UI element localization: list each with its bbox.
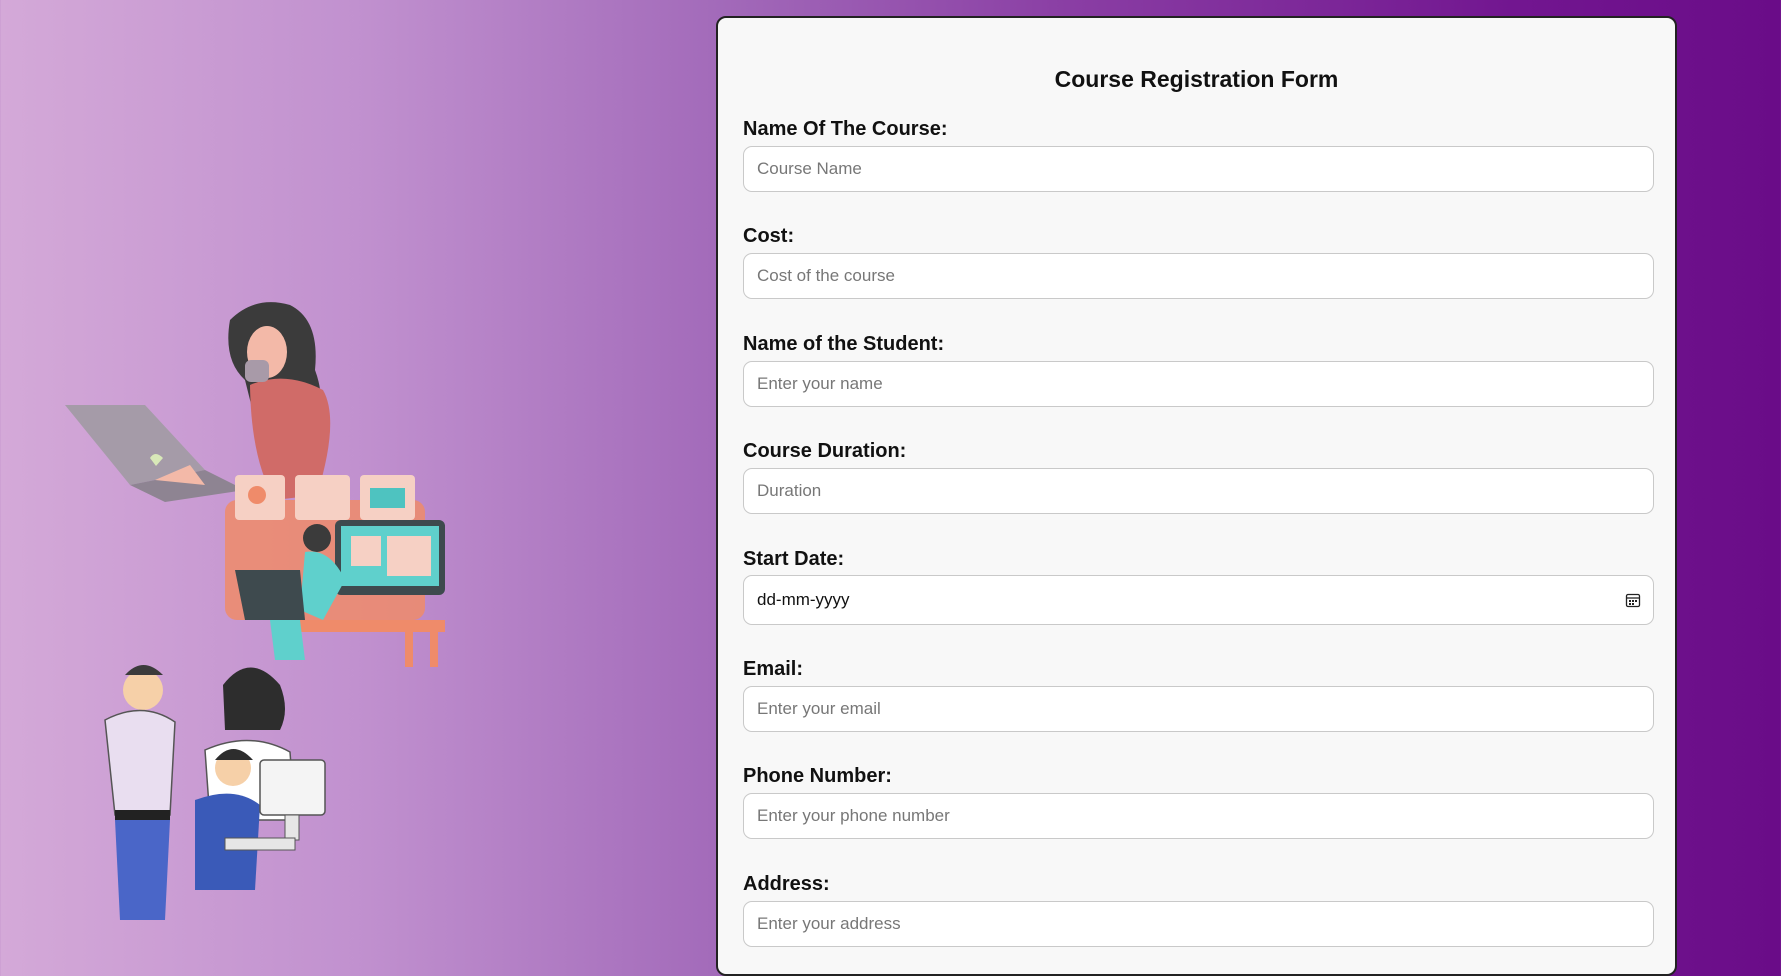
phone-number-input[interactable]: Enter your phone number [743,793,1654,839]
woman-monitor-figure [225,475,445,667]
email-input[interactable]: Enter your email [743,686,1654,732]
address-label: Address: [743,873,830,895]
course-duration-input[interactable]: Duration [743,468,1654,514]
course-name-input[interactable]: Course Name [743,146,1654,192]
email-label: Email: [743,658,804,680]
course-name-label: Name Of The Course: [743,118,948,140]
registration-form-card: Course Registration Form Name Of The Cou… [716,16,1677,976]
woman-laptop-figure [65,302,331,502]
start-date-input[interactable]: dd-mm-yyyy [743,575,1654,625]
start-date-label: Start Date: [743,548,845,570]
start-date-placeholder: dd-mm-yyyy [757,590,850,609]
people-working-illustration [65,302,445,920]
team-group-figure [104,665,326,920]
student-name-label: Name of the Student: [743,333,945,355]
phone-number-label: Phone Number: [743,765,892,787]
calendar-icon[interactable] [1625,592,1641,608]
student-name-input[interactable]: Enter your name [743,361,1654,407]
cost-input[interactable]: Cost of the course [743,253,1654,299]
address-input[interactable]: Enter your address [743,901,1654,947]
form-title: Course Registration Form [1054,66,1339,92]
cost-label: Cost: [743,225,795,247]
course-duration-label: Course Duration: [743,440,907,462]
